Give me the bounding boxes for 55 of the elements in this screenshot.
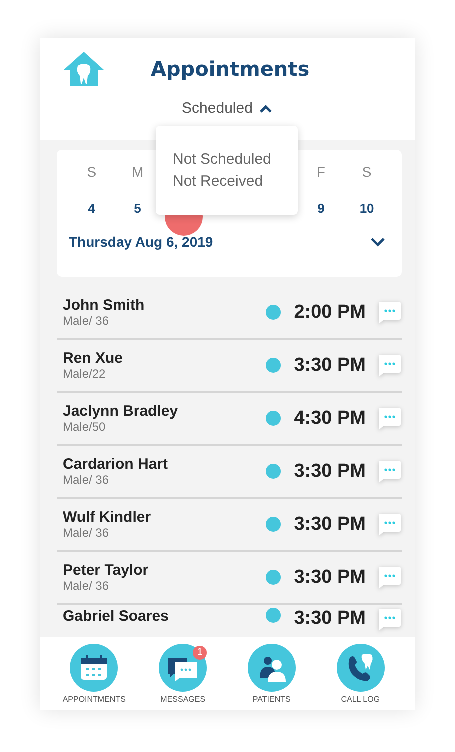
chat-bubble-icon[interactable] <box>378 566 402 590</box>
page-title: Appointments <box>151 57 310 81</box>
appointment-time: 3:30 PM <box>294 514 366 536</box>
chat-bubble-icon[interactable] <box>378 300 402 324</box>
appointment-time: 3:30 PM <box>294 460 366 482</box>
appointment-time: 2:00 PM <box>294 302 366 324</box>
patient-name: Peter Taylor <box>63 562 150 579</box>
patient-details: Male/ 36 <box>63 314 110 328</box>
caret-icon <box>258 104 273 114</box>
status-dot <box>266 411 282 426</box>
patient-name: John Smith <box>63 297 146 314</box>
calendar-date[interactable]: 5 <box>118 189 157 227</box>
chat-bubble-icon[interactable] <box>378 354 402 378</box>
status-dot <box>266 608 282 623</box>
status-dot <box>266 570 282 585</box>
house-tooth-icon[interactable] <box>62 50 106 88</box>
patient-details: Male/50 <box>63 420 107 434</box>
patient-name: Cardarion Hart <box>63 456 170 473</box>
chevron-down-icon[interactable] <box>370 237 386 247</box>
patient-name: Wulf Kindler <box>63 509 152 526</box>
nav-button[interactable]: 1 MESSAGES <box>143 644 224 704</box>
nav-button[interactable]: APPOINTMENTS <box>54 644 134 704</box>
weekday-label: S <box>362 164 372 180</box>
patient-details: Male/ 36 <box>63 579 110 593</box>
status-dot <box>266 517 282 532</box>
chat-bubble-icon[interactable] <box>378 406 402 430</box>
chat-bubble-icon[interactable] <box>378 460 402 484</box>
calendar-date[interactable]: 9 <box>302 189 340 227</box>
menu-option[interactable]: Not Scheduled <box>173 151 272 168</box>
chat-bubble-icon[interactable] <box>378 512 402 536</box>
notification-badge: 1 <box>193 646 208 660</box>
patient-details: Male/ 36 <box>63 473 110 487</box>
status-filter[interactable]: Scheduled <box>178 98 277 119</box>
status-dot <box>266 358 282 373</box>
weekday-label: F <box>316 164 326 180</box>
menu-option[interactable]: Not Received <box>173 173 264 190</box>
appointment-time: 3:30 PM <box>294 566 366 588</box>
appointment-time: 3:30 PM <box>294 608 366 630</box>
status-dot <box>266 464 282 479</box>
patient-name: Gabriel Soares <box>63 608 170 625</box>
status-dot <box>266 305 282 320</box>
selected-date: Thursday Aug 6, 2019 <box>69 234 214 250</box>
calendar-date[interactable]: 10 <box>348 189 386 227</box>
patient-name: Ren Xue <box>63 350 124 367</box>
patient-details: Male/ 36 <box>63 526 110 540</box>
chat-bubble-icon[interactable] <box>378 608 402 632</box>
patient-name: Jaclynn Bradley <box>63 403 180 420</box>
weekday-label: M <box>132 164 144 180</box>
weekday-label: S <box>87 164 97 180</box>
calendar-date[interactable]: 4 <box>72 189 111 227</box>
nav-button[interactable]: PATIENTS <box>232 644 312 704</box>
appointment-time: 4:30 PM <box>294 408 366 430</box>
patient-details: Male/22 <box>63 367 107 381</box>
nav-button[interactable]: CALL LOG <box>320 644 401 704</box>
appointment-time: 3:30 PM <box>294 354 366 376</box>
